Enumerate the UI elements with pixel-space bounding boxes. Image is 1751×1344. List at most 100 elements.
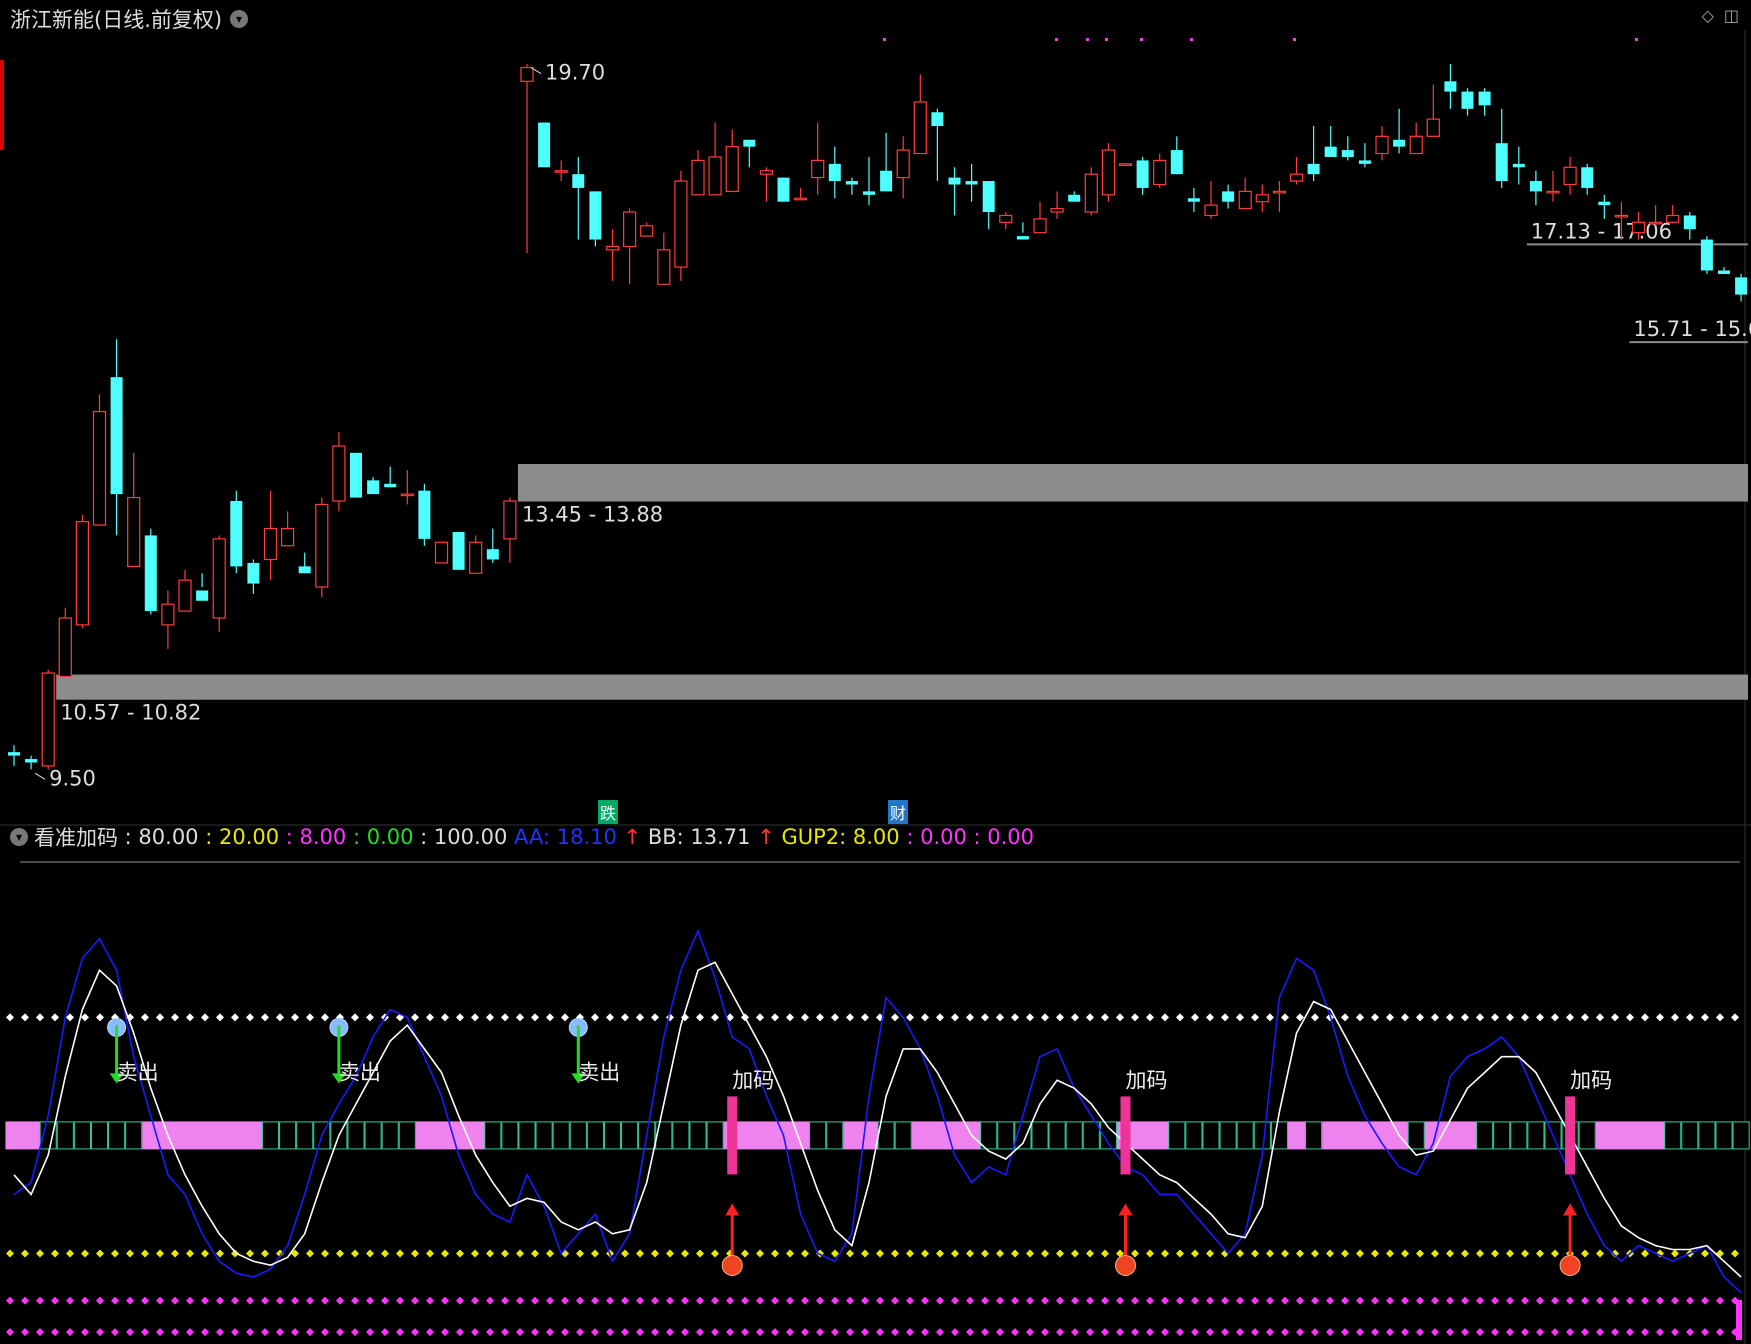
candle-body	[1409, 135, 1423, 155]
level-dot	[1446, 1328, 1454, 1337]
level-dot	[1251, 1013, 1259, 1022]
level-dot	[291, 1296, 299, 1305]
band-cell	[1202, 1121, 1220, 1150]
marker-die[interactable]: 跌	[598, 800, 619, 824]
level-dot	[201, 1013, 209, 1022]
level-dot	[21, 1249, 29, 1258]
level-dot	[951, 1328, 959, 1337]
level-dot	[96, 1328, 104, 1337]
level-dot	[1596, 1013, 1604, 1022]
level-dot	[396, 1328, 404, 1337]
level-dot	[381, 1328, 389, 1337]
level-dot	[876, 1328, 884, 1337]
band-cell	[279, 1121, 297, 1150]
level-dot	[846, 1249, 854, 1258]
band-cell	[911, 1121, 930, 1150]
level-dot	[411, 1328, 419, 1337]
level-dot	[36, 1249, 44, 1258]
sell-label: 卖出	[578, 1060, 620, 1084]
level-dot	[1476, 1013, 1484, 1022]
band-cell	[108, 1121, 126, 1150]
candle-body	[92, 410, 107, 526]
level-dot	[546, 1249, 554, 1258]
band-cell	[1647, 1121, 1665, 1150]
level-dot	[156, 1013, 164, 1022]
level-dot	[456, 1296, 464, 1305]
level-dot	[1281, 1296, 1289, 1305]
band-cell	[1664, 1121, 1682, 1150]
top-dot	[1190, 38, 1193, 41]
band-cell	[655, 1121, 673, 1150]
level-dot	[801, 1249, 809, 1258]
candle-body	[1238, 190, 1252, 210]
level-dot	[201, 1296, 209, 1305]
level-dot	[231, 1013, 239, 1022]
level-dot	[651, 1249, 659, 1258]
level-dot	[1026, 1296, 1034, 1305]
level-dot	[141, 1296, 149, 1305]
level-dot	[921, 1249, 929, 1258]
level-dot	[1416, 1296, 1424, 1305]
level-dot	[1086, 1013, 1094, 1022]
level-dot	[426, 1296, 434, 1305]
level-dot	[186, 1013, 194, 1022]
level-dot	[1506, 1296, 1514, 1305]
level-dot	[216, 1296, 224, 1305]
level-dot	[636, 1328, 644, 1337]
level-dot	[531, 1328, 539, 1337]
level-dot	[621, 1328, 629, 1337]
level-dot	[1236, 1249, 1244, 1258]
legend-value: ↑	[616, 825, 642, 849]
level-dot	[561, 1013, 569, 1022]
band-cell	[501, 1121, 519, 1150]
candle-body	[793, 197, 808, 201]
candle-body	[281, 527, 295, 547]
level-dot	[936, 1296, 944, 1305]
level-dot	[141, 1328, 149, 1337]
level-dot	[351, 1013, 359, 1022]
level-dot	[741, 1328, 749, 1337]
level-dot	[801, 1296, 809, 1305]
candle-body	[572, 174, 585, 188]
level-dot	[816, 1296, 824, 1305]
level-dot	[1566, 1013, 1574, 1022]
level-dot	[906, 1249, 914, 1258]
level-dot	[291, 1328, 299, 1337]
level-dot	[681, 1328, 689, 1337]
band-cell	[1595, 1121, 1614, 1150]
level-dot	[1626, 1296, 1634, 1305]
level-dot	[216, 1328, 224, 1337]
candle-body	[845, 181, 858, 185]
level-dot	[1041, 1296, 1049, 1305]
level-dot	[756, 1249, 764, 1258]
level-dot	[1626, 1013, 1634, 1022]
level-dot	[516, 1296, 524, 1305]
level-dot	[1071, 1296, 1079, 1305]
level-dot	[951, 1249, 959, 1258]
level-dot	[441, 1013, 449, 1022]
level-dot	[1716, 1328, 1724, 1337]
level-dot	[81, 1013, 89, 1022]
level-dot	[1266, 1249, 1274, 1258]
candle-body	[1272, 190, 1287, 194]
marker-cai[interactable]: 财	[888, 800, 909, 824]
candle-body	[486, 549, 499, 560]
band-cell	[1236, 1121, 1254, 1150]
level-dot	[981, 1296, 989, 1305]
top-dot	[1055, 38, 1058, 41]
level-dot	[1566, 1328, 1574, 1337]
candle-body	[1648, 221, 1663, 225]
candle-body	[554, 170, 568, 173]
level-dot	[366, 1296, 374, 1305]
level-dot	[1686, 1013, 1694, 1022]
candle-body	[1563, 166, 1577, 186]
level-dot	[861, 1013, 869, 1022]
level-dot	[636, 1249, 644, 1258]
level-dot	[456, 1328, 464, 1337]
chevron-down-icon[interactable]: ▾	[10, 828, 28, 846]
candle-body	[743, 139, 756, 147]
level-dot	[1296, 1249, 1304, 1258]
candle-body	[58, 617, 72, 678]
level-dot	[771, 1328, 779, 1337]
level-dot	[1176, 1328, 1184, 1337]
